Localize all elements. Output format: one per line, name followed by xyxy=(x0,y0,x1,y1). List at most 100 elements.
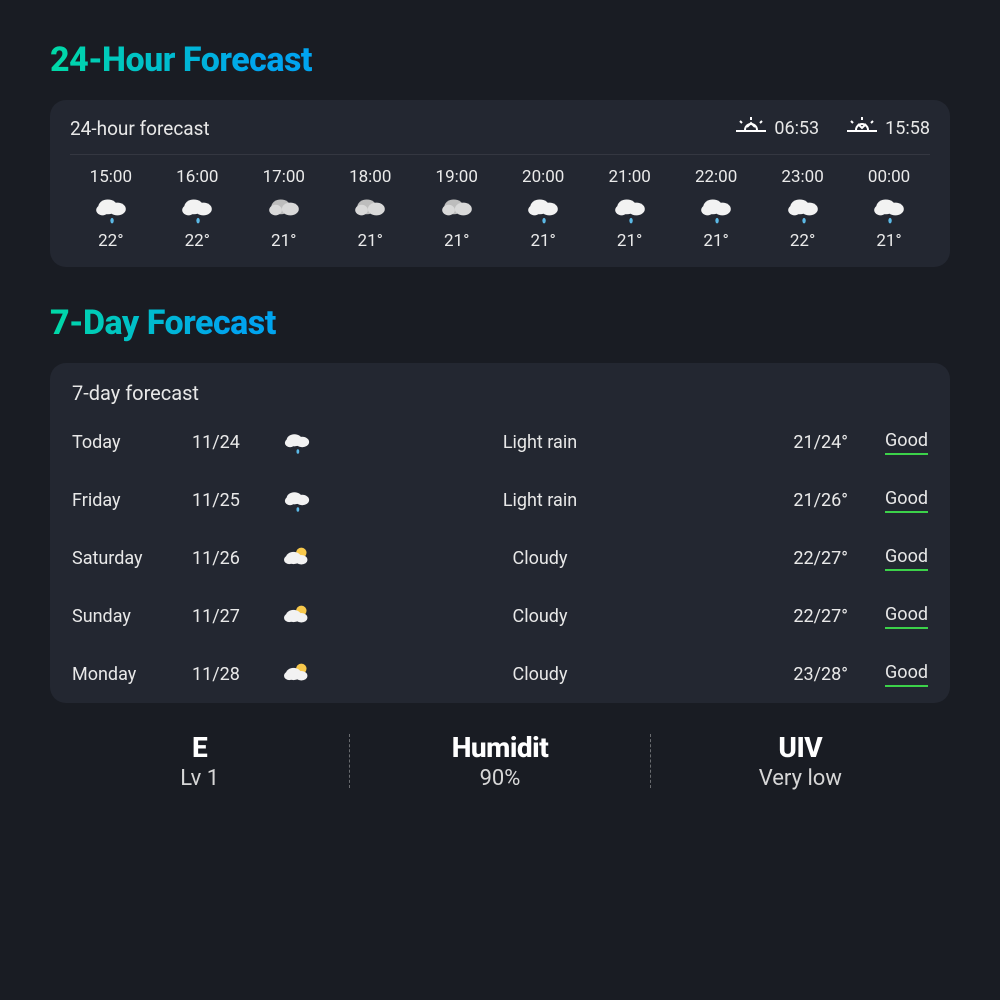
rain-icon xyxy=(179,193,215,225)
cloud-sun-icon xyxy=(282,661,312,687)
rain-icon xyxy=(525,193,561,225)
day-air-quality: Good xyxy=(848,662,928,687)
humidity-value: 90% xyxy=(350,766,649,791)
day-row[interactable]: Monday11/28 Cloudy23/28°Good xyxy=(72,645,928,703)
hour-temp: 21° xyxy=(617,231,642,251)
section-title-7d: 7-Day Forecast xyxy=(50,303,276,343)
sunrise-time: 06:53 xyxy=(774,118,819,139)
day-temps: 22/27° xyxy=(738,606,848,627)
rain-icon xyxy=(282,487,312,513)
day-condition: Light rain xyxy=(342,490,738,511)
day-air-quality: Good xyxy=(848,546,928,571)
uv-label: UIV xyxy=(651,731,950,764)
hourly-forecast-card: 24-hour forecast 06:53 15:58 15:0022°16:… xyxy=(50,100,950,267)
hour-time: 20:00 xyxy=(522,167,564,187)
hourly-card-label: 24-hour forecast xyxy=(70,117,210,140)
day-date: 11/27 xyxy=(192,606,282,627)
sunset-time: 15:58 xyxy=(885,118,930,139)
day-name: Friday xyxy=(72,490,192,511)
rain-icon xyxy=(612,193,648,225)
hour-time: 17:00 xyxy=(263,167,305,187)
day-row[interactable]: Saturday11/26 Cloudy22/27°Good xyxy=(72,529,928,587)
day-condition: Light rain xyxy=(342,432,738,453)
hour-cell[interactable]: 18:00 21° xyxy=(329,167,411,251)
day-air-quality: Good xyxy=(848,488,928,513)
day-name: Today xyxy=(72,432,192,453)
day-date: 11/26 xyxy=(192,548,282,569)
hour-cell[interactable]: 20:00 21° xyxy=(502,167,584,251)
hour-time: 19:00 xyxy=(436,167,478,187)
hour-cell[interactable]: 00:00 21° xyxy=(848,167,930,251)
hour-temp: 21° xyxy=(876,231,901,251)
hour-time: 21:00 xyxy=(608,167,650,187)
day-row[interactable]: Friday11/25 Light rain21/26°Good xyxy=(72,471,928,529)
hour-temp: 21° xyxy=(703,231,728,251)
sunrise-icon xyxy=(736,116,766,140)
hour-cell[interactable]: 23:00 22° xyxy=(762,167,844,251)
cloud-gray-icon xyxy=(266,193,302,225)
hour-time: 15:00 xyxy=(90,167,132,187)
day-date: 11/24 xyxy=(192,432,282,453)
hour-temp: 21° xyxy=(358,231,383,251)
daily-card-label: 7-day forecast xyxy=(72,381,928,413)
sunset-icon xyxy=(847,116,877,140)
day-condition: Cloudy xyxy=(342,664,738,685)
section-title-24h: 24-Hour Forecast xyxy=(50,40,312,80)
hour-temp: 22° xyxy=(98,231,123,251)
hour-time: 22:00 xyxy=(695,167,737,187)
hourly-card-header: 24-hour forecast 06:53 15:58 xyxy=(70,116,930,155)
metric-wind: E Lv 1 xyxy=(50,731,349,791)
wind-value: Lv 1 xyxy=(50,766,349,791)
day-condition: Cloudy xyxy=(342,606,738,627)
hour-time: 18:00 xyxy=(349,167,391,187)
day-air-quality: Good xyxy=(848,430,928,455)
hour-cell[interactable]: 15:00 22° xyxy=(70,167,152,251)
day-air-quality: Good xyxy=(848,604,928,629)
metric-uv: UIV Very low xyxy=(651,731,950,791)
sunrise-info: 06:53 xyxy=(736,116,819,140)
rain-icon xyxy=(871,193,907,225)
day-date: 11/28 xyxy=(192,664,282,685)
hour-time: 16:00 xyxy=(176,167,218,187)
rain-icon xyxy=(93,193,129,225)
rain-icon xyxy=(785,193,821,225)
hour-cell[interactable]: 17:00 21° xyxy=(243,167,325,251)
day-name: Sunday xyxy=(72,606,192,627)
metric-humidity: Humidit 90% xyxy=(350,731,649,791)
cloud-gray-icon xyxy=(439,193,475,225)
hour-time: 00:00 xyxy=(868,167,910,187)
hour-temp: 22° xyxy=(790,231,815,251)
hour-cell[interactable]: 19:00 21° xyxy=(416,167,498,251)
bottom-metrics: E Lv 1 Humidit 90% UIV Very low xyxy=(50,731,950,791)
hour-cell[interactable]: 21:00 21° xyxy=(589,167,671,251)
hour-time: 23:00 xyxy=(781,167,823,187)
cloud-sun-icon xyxy=(282,545,312,571)
rain-icon xyxy=(698,193,734,225)
day-temps: 21/24° xyxy=(738,432,848,453)
uv-value: Very low xyxy=(651,766,950,791)
hour-temp: 22° xyxy=(185,231,210,251)
humidity-label: Humidit xyxy=(350,731,649,764)
hour-cell[interactable]: 16:00 22° xyxy=(156,167,238,251)
sunset-info: 15:58 xyxy=(847,116,930,140)
day-temps: 23/28° xyxy=(738,664,848,685)
day-temps: 21/26° xyxy=(738,490,848,511)
hours-row[interactable]: 15:00 22° 16:00 22° 17:00 21° 18:00 21° 19:00 21°… xyxy=(70,155,930,251)
day-row[interactable]: Sunday11/27 Cloudy22/27°Good xyxy=(72,587,928,645)
hour-cell[interactable]: 22:00 21° xyxy=(675,167,757,251)
rain-icon xyxy=(282,429,312,455)
day-condition: Cloudy xyxy=(342,548,738,569)
day-date: 11/25 xyxy=(192,490,282,511)
cloud-sun-icon xyxy=(282,603,312,629)
day-row[interactable]: Today11/24 Light rain21/24°Good xyxy=(72,413,928,471)
hour-temp: 21° xyxy=(444,231,469,251)
day-name: Saturday xyxy=(72,548,192,569)
days-list: Today11/24Light rain21/24°GoodFriday11/2… xyxy=(72,413,928,703)
day-name: Monday xyxy=(72,664,192,685)
wind-label: E xyxy=(50,731,349,764)
cloud-gray-icon xyxy=(352,193,388,225)
hour-temp: 21° xyxy=(271,231,296,251)
hour-temp: 21° xyxy=(530,231,555,251)
day-temps: 22/27° xyxy=(738,548,848,569)
daily-forecast-card: 7-day forecast Today11/24Light rain21/24… xyxy=(50,363,950,703)
